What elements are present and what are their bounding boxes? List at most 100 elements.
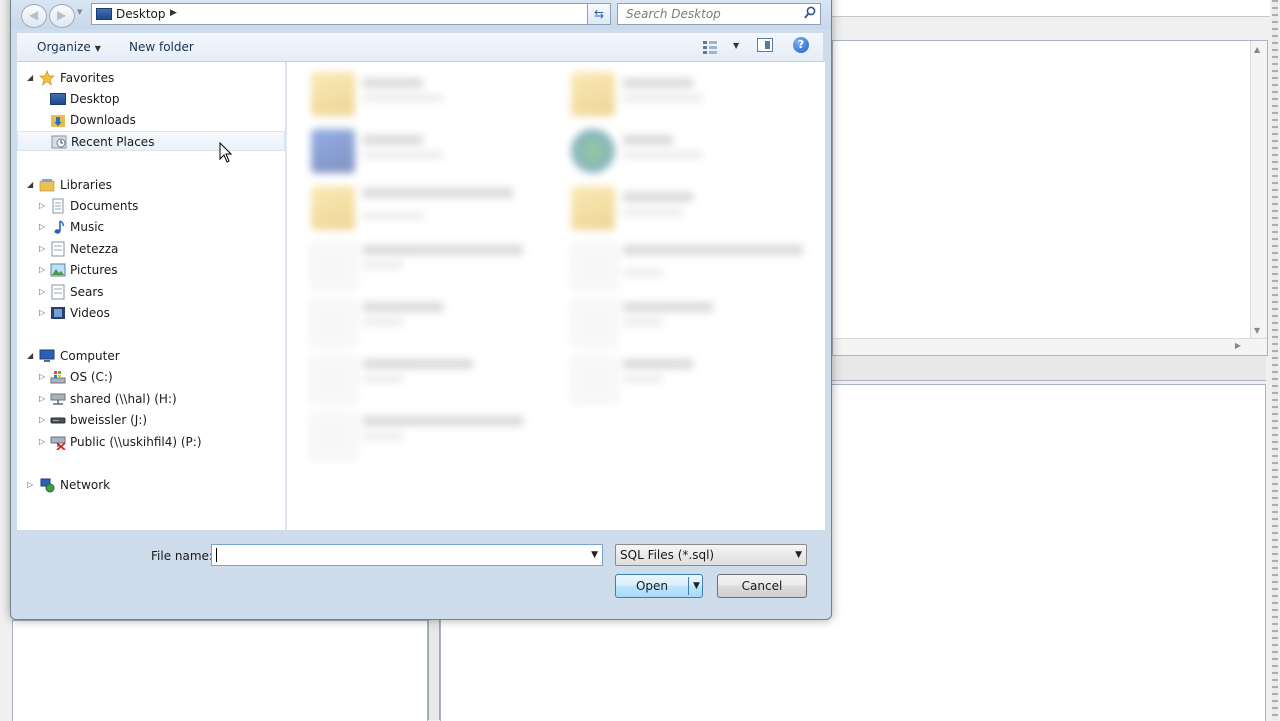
forward-button[interactable]: ▶ (49, 4, 75, 28)
list-item[interactable] (571, 125, 811, 177)
blurred-file-meta (363, 212, 423, 220)
blurred-file-name (363, 245, 523, 255)
disconnected-drive-icon (50, 436, 66, 450)
preview-pane-icon[interactable] (757, 38, 773, 52)
expand-triangle-icon[interactable]: ▷ (39, 415, 45, 424)
search-icon[interactable] (804, 6, 816, 20)
list-item[interactable] (311, 182, 551, 234)
file-name-dropdown-icon[interactable]: ▼ (591, 550, 598, 560)
file-name-input[interactable]: ▼ (211, 544, 603, 566)
breadcrumb-chevron-icon[interactable]: ▶ (170, 8, 177, 18)
expand-triangle-icon[interactable]: ▷ (39, 287, 45, 296)
help-icon[interactable]: ? (793, 37, 809, 53)
list-item[interactable] (571, 353, 811, 405)
nav-group-computer[interactable]: ◢ Computer (17, 346, 285, 366)
sidebar-item-sears[interactable]: ▷ Sears (17, 282, 285, 302)
search-box[interactable]: Search Desktop (617, 3, 821, 25)
removable-drive-icon (50, 417, 66, 424)
address-location[interactable]: Desktop (116, 7, 166, 21)
refresh-button[interactable]: ⇆ (587, 3, 611, 25)
expand-triangle-icon[interactable]: ▷ (39, 265, 45, 274)
background-divider[interactable] (428, 620, 440, 720)
list-item[interactable] (311, 296, 551, 348)
libraries-icon (39, 179, 55, 192)
list-item[interactable] (571, 296, 811, 348)
open-button[interactable]: Open ▼ (615, 574, 703, 598)
nav-group-libraries[interactable]: ◢ Libraries (17, 175, 285, 195)
list-item[interactable] (571, 68, 811, 120)
expand-triangle-icon[interactable]: ▷ (39, 372, 45, 381)
file-type-dropdown-icon[interactable]: ▼ (795, 550, 802, 560)
recent-locations-dropdown-icon[interactable]: ▼ (77, 8, 82, 16)
blurred-file-meta (623, 151, 703, 159)
sidebar-item-shared-drive[interactable]: ▷ shared (\\hal) (H:) (17, 389, 285, 409)
library-folder-icon (51, 284, 65, 300)
sidebar-item-documents[interactable]: ▷ Documents (17, 196, 285, 216)
list-item[interactable] (571, 182, 811, 234)
list-item[interactable] (571, 239, 811, 291)
file-list-pane[interactable] (287, 62, 825, 530)
file-icon (571, 243, 617, 289)
star-icon (39, 70, 55, 86)
sidebar-item-music[interactable]: ▷ Music (17, 217, 285, 237)
open-options-dropdown-icon[interactable]: ▼ (693, 581, 700, 591)
back-button[interactable]: ◀ (21, 4, 47, 28)
cancel-button[interactable]: Cancel (717, 574, 807, 598)
background-separator (832, 356, 1266, 381)
change-view-icon[interactable] (701, 39, 737, 55)
expand-triangle-icon[interactable]: ▷ (39, 201, 45, 210)
blurred-file-name (363, 188, 513, 198)
sidebar-item-bweissler-drive[interactable]: ▷ bweissler (J:) (17, 410, 285, 430)
list-item[interactable] (311, 68, 551, 120)
collapse-triangle-icon[interactable]: ◢ (27, 73, 33, 82)
expand-triangle-icon[interactable]: ▷ (39, 437, 45, 446)
blurred-file-meta (363, 432, 403, 440)
expand-triangle-icon[interactable]: ▷ (39, 222, 45, 231)
sidebar-item-public-drive[interactable]: ▷ Public (\\uskihfil4) (P:) (17, 432, 285, 452)
scroll-down-arrow-icon[interactable]: ▼ (1254, 326, 1260, 335)
expand-triangle-icon[interactable]: ▷ (39, 244, 45, 253)
downloads-folder-icon (51, 115, 65, 127)
blurred-file-name (623, 302, 713, 312)
forward-arrow-icon: ▶ (57, 8, 67, 22)
scroll-up-arrow-icon[interactable]: ▲ (1254, 45, 1260, 54)
search-input[interactable]: Search Desktop (626, 7, 721, 21)
sidebar-item-downloads[interactable]: Downloads (17, 110, 285, 130)
view-dropdown-icon[interactable]: ▼ (733, 41, 739, 50)
sidebar-item-os-drive[interactable]: ▷ OS (C:) (17, 367, 285, 387)
blurred-file-meta (363, 261, 403, 269)
address-bar[interactable]: Desktop ▶ ▼ (91, 3, 601, 25)
blurred-file-meta (623, 269, 663, 277)
list-item[interactable] (311, 353, 551, 405)
collapse-triangle-icon[interactable]: ◢ (27, 180, 33, 189)
nav-group-network[interactable]: ▷ Network (17, 475, 285, 495)
nav-group-label: Computer (60, 349, 120, 363)
expand-triangle-icon[interactable]: ▷ (39, 394, 45, 403)
blurred-file-meta (363, 94, 443, 102)
expand-triangle-icon[interactable]: ▷ (39, 308, 45, 317)
list-item[interactable] (311, 410, 551, 462)
list-item[interactable] (311, 125, 551, 177)
list-item[interactable] (311, 239, 551, 291)
file-icon (311, 243, 357, 289)
folder-icon (571, 186, 615, 230)
network-icon (40, 478, 55, 493)
background-horizontal-scrollbar[interactable]: ▶ (833, 338, 1267, 355)
file-type-select[interactable]: SQL Files (*.sql) ▼ (615, 544, 807, 566)
organize-button[interactable]: Organize ▼ (37, 40, 101, 54)
collapse-triangle-icon[interactable]: ◢ (27, 351, 33, 360)
background-vertical-scrollbar[interactable]: ▲ ▼ (1250, 41, 1267, 355)
sidebar-item-label: Sears (70, 285, 104, 299)
new-folder-button[interactable]: New folder (129, 40, 194, 54)
sidebar-item-recent-places[interactable]: Recent Places (17, 131, 285, 151)
background-toolbar (830, 0, 1270, 17)
expand-triangle-icon[interactable]: ▷ (27, 480, 33, 489)
sidebar-item-desktop[interactable]: Desktop (17, 89, 285, 109)
folder-icon (311, 186, 355, 230)
scroll-right-arrow-icon[interactable]: ▶ (1235, 341, 1241, 350)
sidebar-item-netezza[interactable]: ▷ Netezza (17, 239, 285, 259)
file-icon (571, 300, 617, 346)
nav-group-favorites[interactable]: ◢ Favorites (17, 68, 285, 88)
sidebar-item-pictures[interactable]: ▷ Pictures (17, 260, 285, 280)
sidebar-item-videos[interactable]: ▷ Videos (17, 303, 285, 323)
